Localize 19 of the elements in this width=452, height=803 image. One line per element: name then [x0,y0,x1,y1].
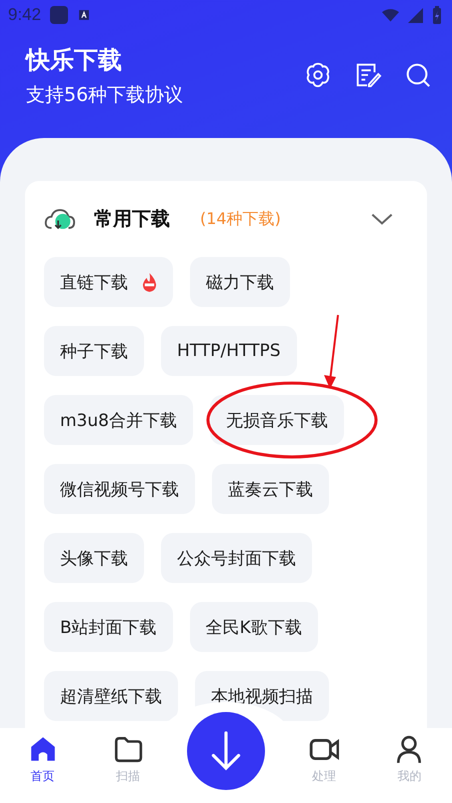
app-subtitle: 支持56种下载协议 [26,83,184,108]
download-option[interactable]: 直链下载 [44,257,173,307]
download-option[interactable]: 全民K歌下载 [190,602,318,652]
download-option[interactable]: 超清壁纸下载 [44,671,178,721]
download-option[interactable]: 微信视频号下载 [44,464,195,514]
download-option[interactable]: 无损音乐下载 [210,395,344,445]
section-title: 常用下载 [94,207,170,232]
download-option[interactable]: B站封面下载 [44,602,173,652]
download-option[interactable]: 磁力下载 [190,257,290,307]
download-option[interactable]: 种子下载 [44,326,144,376]
download-option[interactable]: 公众号封面下载 [161,533,312,583]
download-option[interactable]: 头像下载 [44,533,144,583]
section-count: (14种下载) [200,208,281,230]
download-option[interactable]: m3u8合并下载 [44,395,193,445]
nav-tab[interactable]: 首页 [0,728,86,785]
status-time: 9:42 [8,5,42,25]
download-option[interactable]: HTTP/HTTPS [161,326,297,376]
download-option[interactable]: 蓝奏云下载 [212,464,329,514]
app-title: 快乐下载 [26,45,123,76]
